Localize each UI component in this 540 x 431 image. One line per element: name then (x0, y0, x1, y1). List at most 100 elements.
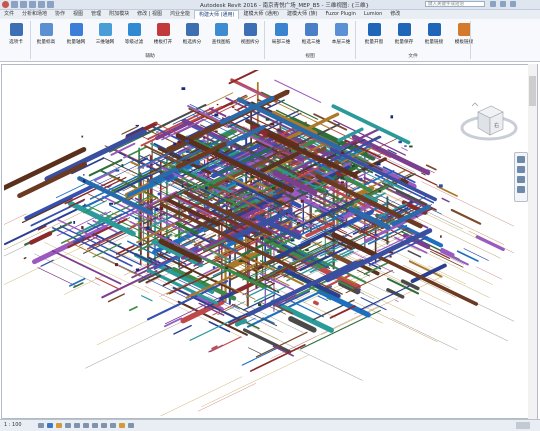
3d-view-canvas[interactable] (0, 68, 538, 431)
fitting (203, 137, 206, 139)
pipe-segment (163, 317, 183, 328)
ribbon-button[interactable]: 局部三维 (267, 22, 295, 50)
ribbon-button[interactable]: 批量开窗 (360, 22, 388, 50)
pipe-segment (392, 156, 430, 176)
ribbon-tab[interactable]: 建模大师 (族) (283, 10, 322, 19)
temp-hide-icon[interactable] (110, 423, 116, 428)
ribbon-tab[interactable]: 分析和场地 (18, 10, 51, 19)
ribbon-tab[interactable]: 附加模块 (105, 10, 133, 19)
fitting (297, 221, 301, 224)
navigation-bar[interactable] (514, 152, 528, 202)
ribbon-tab[interactable]: Fuzor Plugin (321, 10, 359, 19)
ribbon-button[interactable]: 模板链接 (450, 22, 478, 50)
ribbon-button[interactable]: 视图拆分 (236, 22, 264, 50)
pipe-segment (23, 256, 27, 260)
fitting (340, 219, 344, 222)
shadows-icon[interactable] (65, 423, 71, 428)
fitting (378, 190, 382, 193)
pipe-segment (391, 318, 458, 350)
orbit-icon[interactable] (517, 186, 525, 193)
render-icon[interactable] (74, 423, 80, 428)
template-link-icon (457, 23, 471, 36)
ribbon-button[interactable]: 批量轴网 (62, 22, 90, 50)
pipe-segment (427, 265, 466, 285)
ribbon-button[interactable]: 查找图纸 (207, 22, 235, 50)
ribbon-tab[interactable]: 协作 (51, 10, 69, 19)
ribbon-button[interactable]: 本层三维 (327, 22, 355, 50)
ribbon-tab[interactable]: 鸿业全能 (166, 10, 194, 19)
ribbon-tab[interactable]: 管理 (87, 10, 105, 19)
view-scale[interactable]: 1 : 100 (4, 422, 22, 428)
print-icon[interactable] (47, 1, 54, 8)
ribbon-tab[interactable]: 建模大师 (通用) (239, 10, 283, 19)
title-bar: Autodesk Revit 2016 - 南京青悦广场_MEP_B5 - 三维… (0, 0, 540, 10)
app-menu-icon[interactable] (2, 1, 9, 8)
group-separator (355, 21, 356, 59)
group-label-view: 视图 (305, 54, 315, 59)
3d-grid-icon (98, 23, 112, 36)
ribbon-button[interactable]: 等级过滤 (120, 22, 148, 50)
ribbon-button[interactable]: 批量链接 (420, 22, 448, 50)
search-input[interactable]: 键入关键字或短语 (425, 1, 485, 7)
ribbon-button-label: 三维轴网 (95, 40, 115, 45)
analysis-icon[interactable] (128, 423, 134, 428)
pipe-segment (421, 181, 526, 232)
pipe-segment (410, 263, 447, 284)
minimize-icon[interactable] (490, 1, 496, 7)
redo-icon[interactable] (38, 1, 45, 8)
zoom-icon[interactable] (517, 166, 525, 173)
viewcube[interactable]: 右 (458, 98, 520, 153)
ribbon-button-label: 选项卡 (9, 40, 23, 45)
batch-save-icon (397, 23, 411, 36)
undo-icon[interactable] (29, 1, 36, 8)
ribbon-tab[interactable]: 修改 (386, 10, 404, 19)
visual-style-icon[interactable] (47, 423, 53, 428)
ribbon-button[interactable]: 批量标高 (32, 22, 60, 50)
crop-view-icon[interactable] (83, 423, 89, 428)
maximize-icon[interactable] (500, 1, 506, 7)
fitting (81, 135, 84, 138)
ribbon-tab[interactable]: Lumion (360, 10, 386, 19)
ribbon-tab[interactable]: 构建大师 (通用) (193, 10, 240, 19)
scrollbar-thumb[interactable] (529, 76, 536, 106)
fitting (184, 139, 189, 143)
fitting (340, 176, 344, 180)
status-right-control[interactable] (516, 422, 530, 429)
pan-icon[interactable] (517, 176, 525, 183)
fitting (438, 184, 443, 188)
ribbon-tab[interactable]: 修改 | 视图 (133, 10, 166, 19)
fitting (228, 209, 232, 212)
ribbon-button[interactable]: 三维轴网 (91, 22, 119, 50)
lock-view-icon[interactable] (101, 423, 107, 428)
fitting (340, 151, 345, 154)
group-label-assist: 辅助 (145, 54, 155, 59)
close-icon[interactable] (510, 1, 516, 7)
reveal-hidden-icon[interactable] (119, 423, 125, 428)
ribbon-button[interactable]: 框选拆分 (178, 22, 206, 50)
ribbon-button[interactable]: 选项卡 (2, 22, 30, 50)
pipe-segment (17, 161, 88, 199)
open-icon[interactable] (11, 1, 18, 8)
show-crop-icon[interactable] (92, 423, 98, 428)
fitting (260, 206, 264, 210)
pipe-segment (242, 328, 292, 354)
pipe-segment (201, 354, 309, 408)
steering-wheel-icon[interactable] (517, 156, 525, 163)
ribbon-button[interactable]: 框选三维 (297, 22, 325, 50)
mep-3d-model[interactable] (0, 68, 538, 431)
pipe-segment (125, 146, 148, 158)
ribbon-button[interactable]: 批量保存 (390, 22, 418, 50)
fitting (109, 202, 113, 205)
vertical-scrollbar[interactable] (528, 64, 537, 419)
sun-path-icon[interactable] (56, 423, 62, 428)
ribbon-button[interactable]: 楼板打开 (149, 22, 177, 50)
ribbon-button-label: 查找图纸 (211, 40, 231, 45)
floor-open-icon (156, 23, 170, 36)
ribbon-tab[interactable]: 视图 (69, 10, 87, 19)
save-icon[interactable] (20, 1, 27, 8)
fitting (157, 145, 160, 148)
detail-level-icon[interactable] (38, 423, 44, 428)
level-3d-icon (334, 23, 348, 36)
ribbon-tab[interactable]: 文件 (0, 10, 18, 19)
fitting (300, 199, 304, 203)
